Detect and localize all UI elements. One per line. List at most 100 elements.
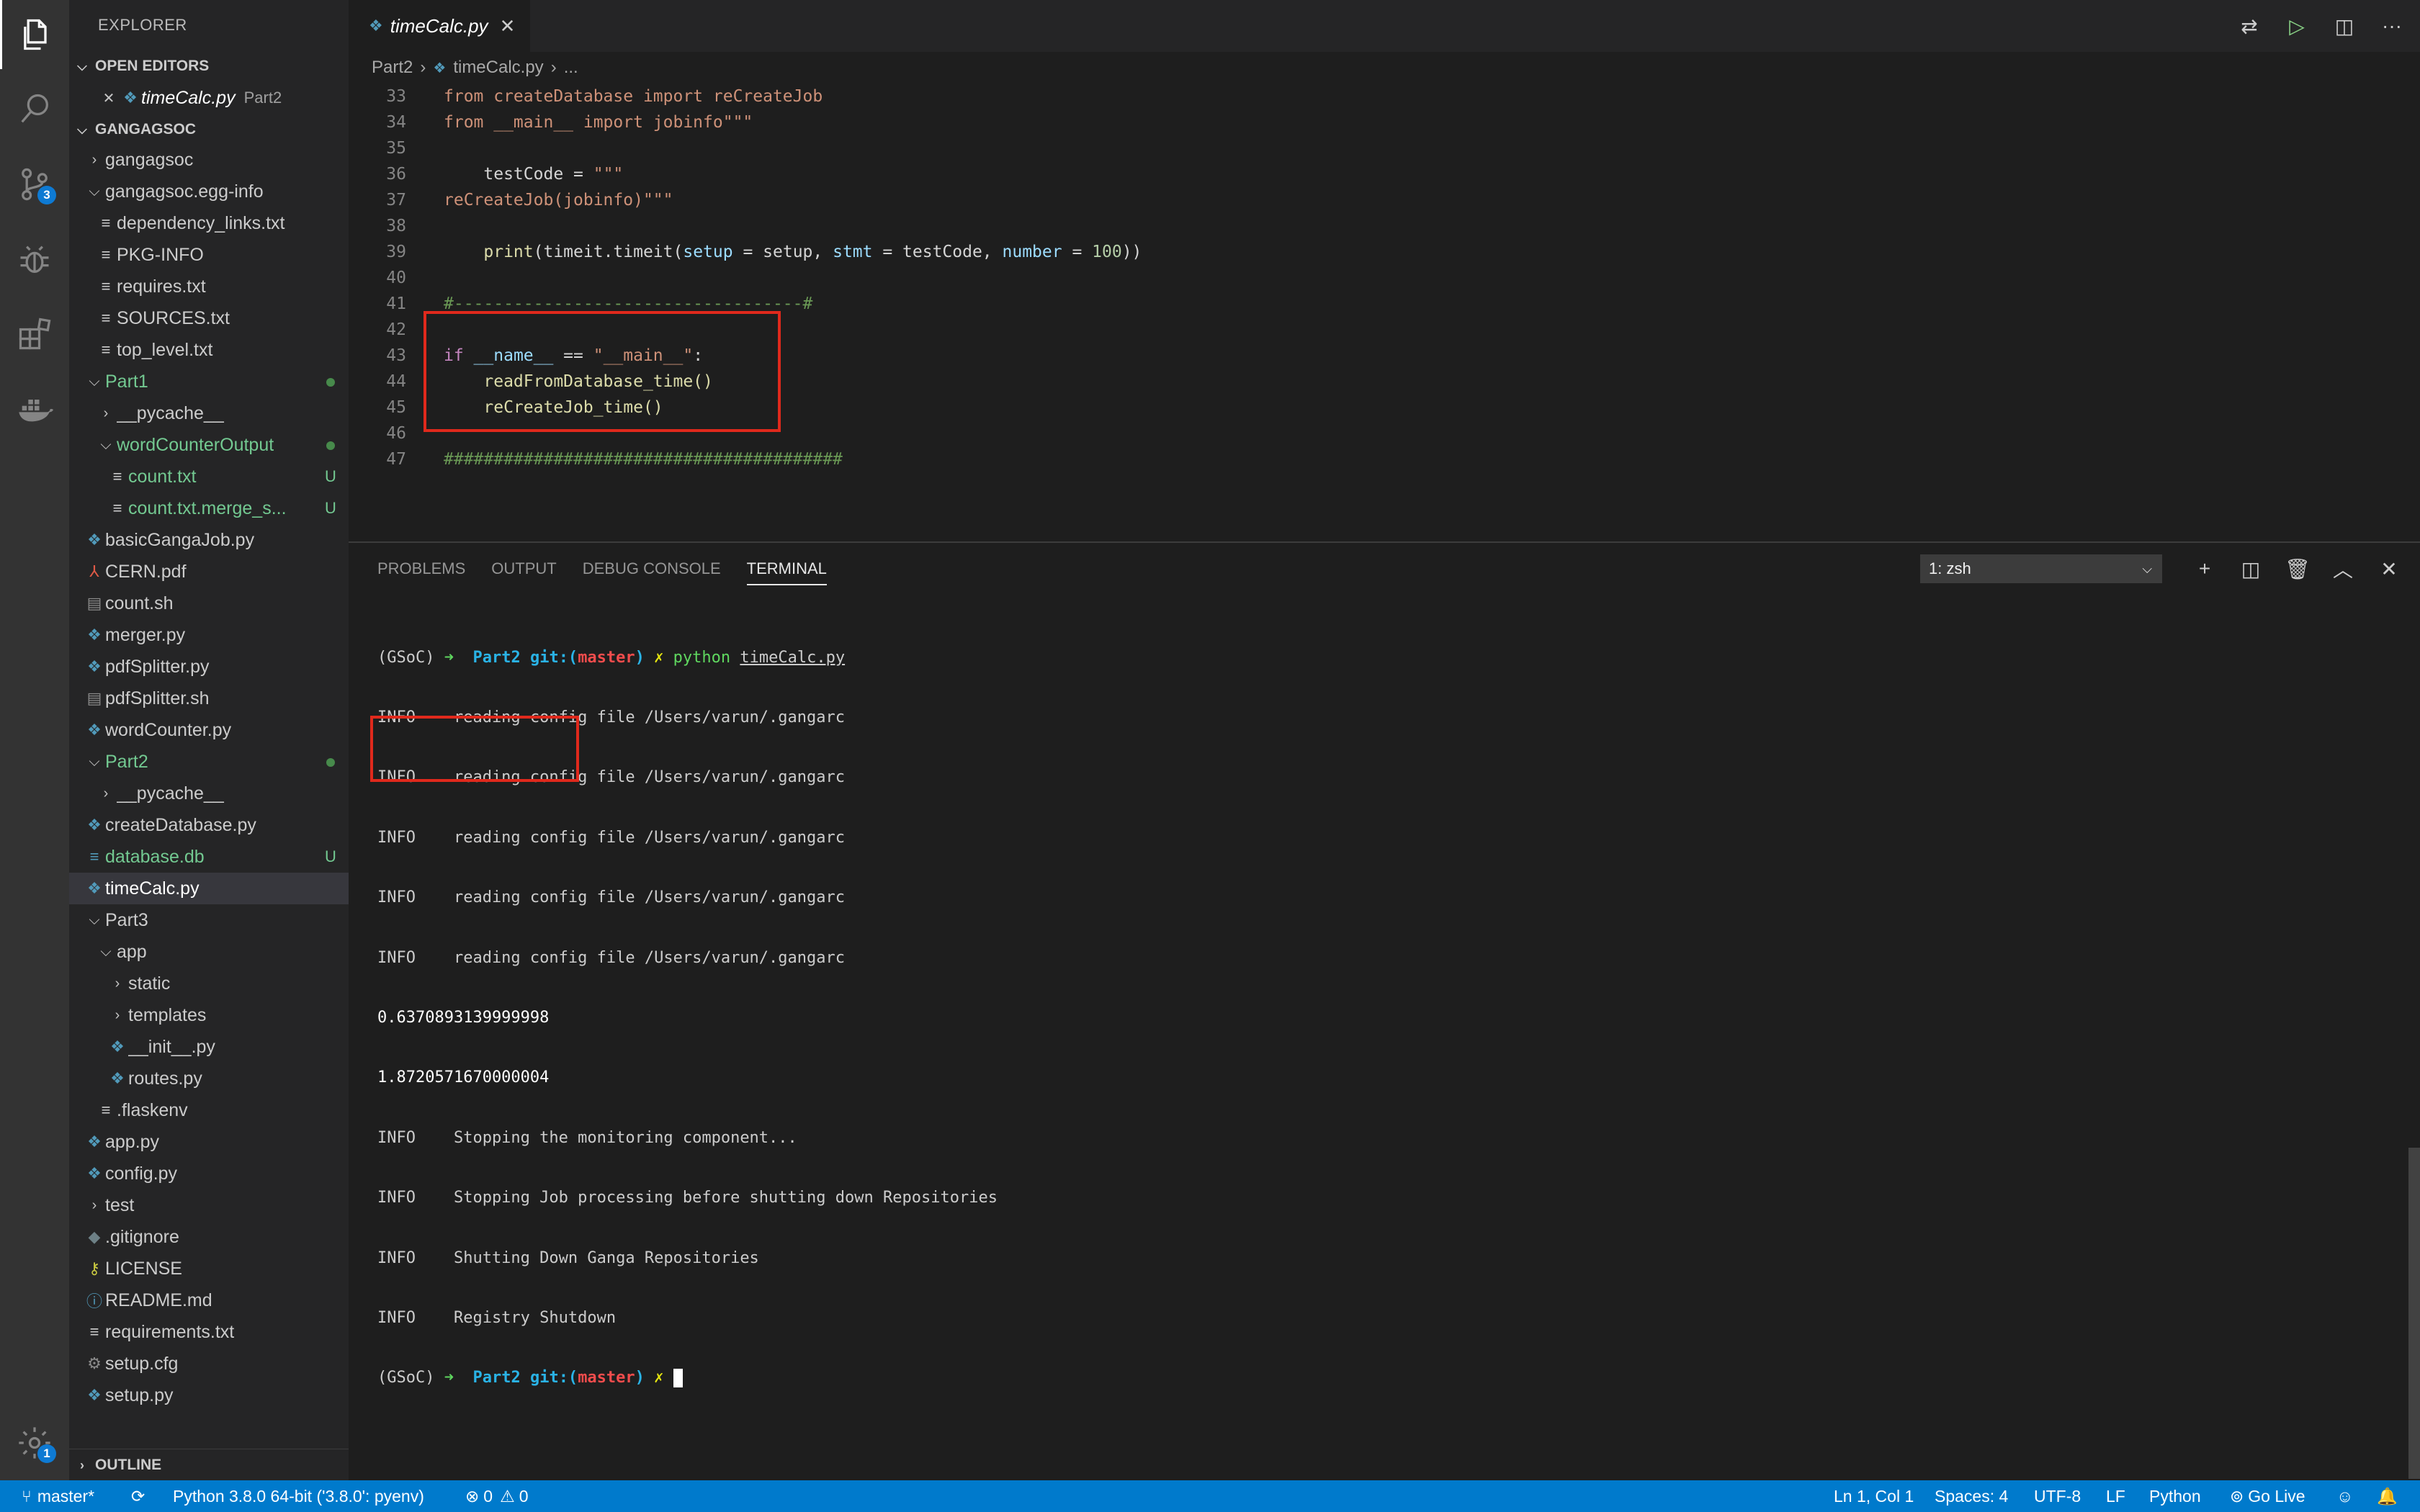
tree-folder[interactable]: ⌵ wordCounterOutput	[69, 429, 349, 461]
file-type-icon: ≡	[89, 1323, 99, 1341]
tree-file[interactable]: ⓘ README.md	[69, 1284, 349, 1316]
extensions-icon[interactable]	[0, 300, 69, 369]
search-icon[interactable]	[0, 75, 69, 144]
python-interpreter[interactable]: Python 3.8.0 64-bit ('3.8.0': pyenv)	[173, 1480, 424, 1512]
tree-file[interactable]: ❖ merger.py	[69, 619, 349, 651]
tree-folder[interactable]: ⌵ Part2	[69, 746, 349, 778]
terminal-select[interactable]: 1: zsh ⌵	[1920, 554, 2162, 583]
tree-file[interactable]: ≡ PKG-INFO	[69, 239, 349, 271]
tree-file[interactable]: ≡ database.db U	[69, 841, 349, 873]
tree-file[interactable]: ❖ routes.py	[69, 1063, 349, 1094]
open-editors-header[interactable]: ⌵ OPEN EDITORS	[69, 50, 349, 82]
tree-file[interactable]: ❖ setup.py	[69, 1380, 349, 1411]
branch-status[interactable]: ⑂ master*	[22, 1480, 94, 1512]
file-type-icon: ❖	[110, 1069, 125, 1087]
tree-file[interactable]: ≡ .flaskenv	[69, 1094, 349, 1126]
terminal-cursor	[673, 1369, 683, 1388]
code-token: (timeit.timeit(	[533, 243, 684, 261]
tree-folder[interactable]: ⌵ gangagsoc.egg-info	[69, 176, 349, 207]
code-editor[interactable]: 33 from createDatabase import reCreateJob…	[349, 84, 2420, 541]
tree-file[interactable]: ❖ config.py	[69, 1158, 349, 1189]
tab-close-icon[interactable]: ✕	[500, 15, 516, 37]
tree-folder[interactable]: ⌵ app	[69, 936, 349, 968]
problems-status[interactable]: ⊗ 0 ⚠ 0	[465, 1480, 529, 1512]
tree-file[interactable]: ≡ count.txt.merge_s... U	[69, 492, 349, 524]
prompt-env: (GSoC)	[377, 648, 444, 667]
source-control-icon[interactable]: 3	[0, 150, 69, 219]
tree-file[interactable]: ❖ __init__.py	[69, 1031, 349, 1063]
tree-file[interactable]: ❖ timeCalc.py	[69, 873, 349, 904]
tree-file[interactable]: ⚙ setup.cfg	[69, 1348, 349, 1380]
close-panel-icon[interactable]: ✕	[2377, 557, 2401, 581]
tree-folder[interactable]: › test	[69, 1189, 349, 1221]
tab-debug-console[interactable]: DEBUG CONSOLE	[583, 559, 721, 578]
settings-gear-icon[interactable]: 1	[0, 1408, 69, 1477]
tree-file[interactable]: ≡ SOURCES.txt	[69, 302, 349, 334]
tree-folder[interactable]: › __pycache__	[69, 397, 349, 429]
breadcrumb-file[interactable]: timeCalc.py	[453, 58, 543, 78]
tree-folder[interactable]: › templates	[69, 999, 349, 1031]
encoding[interactable]: UTF-8	[2034, 1480, 2081, 1512]
go-live-button[interactable]: ⊚ Go Live	[2230, 1480, 2305, 1512]
indentation[interactable]: Spaces: 4	[1935, 1480, 2008, 1512]
tree-file[interactable]: ❖ pdfSplitter.py	[69, 651, 349, 683]
tree-folder[interactable]: › __pycache__	[69, 778, 349, 809]
run-icon[interactable]: ▷	[2283, 14, 2311, 38]
close-icon[interactable]: ✕	[98, 89, 120, 107]
tab-problems[interactable]: PROBLEMS	[377, 559, 465, 578]
docker-icon[interactable]	[0, 374, 69, 444]
breadcrumb-folder[interactable]: Part2	[372, 58, 413, 78]
maximize-panel-icon[interactable]: ︿	[2331, 554, 2355, 583]
cursor-position[interactable]: Ln 1, Col 1	[1834, 1480, 1914, 1512]
outline-header[interactable]: › OUTLINE	[69, 1449, 349, 1480]
terminal-scrollbar[interactable]	[2408, 1148, 2420, 1479]
tree-file[interactable]: ≡ top_level.txt	[69, 334, 349, 366]
language-mode[interactable]: Python	[2149, 1480, 2201, 1512]
split-editor-icon[interactable]: ◫	[2331, 14, 2358, 38]
tree-folder[interactable]: › static	[69, 968, 349, 999]
workspace-header[interactable]: ⌵ GANGAGSOC	[69, 114, 349, 145]
tab-timecalc[interactable]: ❖ timeCalc.py ✕	[349, 0, 530, 52]
explorer-icon[interactable]	[0, 0, 69, 69]
tree-file[interactable]: ≡ count.txt U	[69, 461, 349, 492]
file-type-icon: ≡	[89, 847, 99, 865]
tree-folder[interactable]: › gangagsoc	[69, 144, 349, 176]
tab-terminal[interactable]: TERMINAL	[746, 559, 827, 585]
breadcrumb-symbol[interactable]: ...	[564, 58, 578, 78]
tree-file[interactable]: ❖ createDatabase.py	[69, 809, 349, 841]
more-actions-icon[interactable]: ···	[2378, 14, 2406, 37]
tree-item-label: timeCalc.py	[105, 878, 200, 899]
terminal-line: INFO Registry Shutdown	[377, 1308, 617, 1327]
tree-file[interactable]: ❖ app.py	[69, 1126, 349, 1158]
tree-file[interactable]: ▤ count.sh	[69, 588, 349, 619]
tree-folder[interactable]: ⌵ Part1	[69, 366, 349, 397]
tree-file[interactable]: ≡ requirements.txt	[69, 1316, 349, 1348]
prompt-dir: Part2	[472, 1369, 530, 1387]
end-of-line[interactable]: LF	[2106, 1480, 2125, 1512]
feedback-icon[interactable]: ☺	[2336, 1480, 2353, 1512]
tree-item-label: PKG-INFO	[117, 244, 204, 265]
tree-file[interactable]: ▤ pdfSplitter.sh	[69, 683, 349, 714]
trash-icon[interactable]: 🗑	[2285, 557, 2311, 581]
sync-icon[interactable]: ⟳	[131, 1480, 145, 1512]
notifications-bell-icon[interactable]: 🔔	[2377, 1480, 2398, 1512]
debug-icon[interactable]	[0, 225, 69, 294]
file-type-icon: ❖	[87, 1164, 102, 1182]
workspace-label: GANGAGSOC	[95, 121, 197, 138]
tree-file[interactable]: ⚷ LICENSE	[69, 1253, 349, 1284]
split-terminal-icon[interactable]: ◫	[2238, 557, 2263, 581]
open-editor-item[interactable]: ✕ ❖ timeCalc.py Part2	[69, 82, 349, 114]
tree-file[interactable]: ≡ requires.txt	[69, 271, 349, 302]
open-changes-icon[interactable]: ⇄	[2236, 14, 2263, 38]
tree-file[interactable]: ❖ wordCounter.py	[69, 714, 349, 746]
terminal-prompt-line: (GSoC) ➜ Part2 git:(master) ✗ python tim…	[377, 648, 998, 668]
tree-file[interactable]: ⅄ CERN.pdf	[69, 556, 349, 588]
new-terminal-icon[interactable]: +	[2192, 557, 2217, 580]
tree-file[interactable]: ◆ .gitignore	[69, 1221, 349, 1253]
file-type-icon: ⅄	[89, 562, 99, 580]
tree-folder[interactable]: ⌵ Part3	[69, 904, 349, 936]
tab-output[interactable]: OUTPUT	[491, 559, 556, 578]
tree-item-label: app.py	[105, 1131, 160, 1152]
tree-file[interactable]: ❖ basicGangaJob.py	[69, 524, 349, 556]
tree-file[interactable]: ≡ dependency_links.txt	[69, 207, 349, 239]
